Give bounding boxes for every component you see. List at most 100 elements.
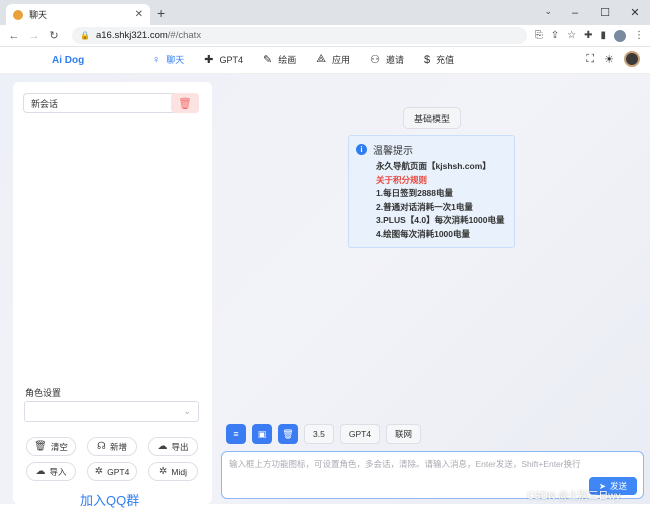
notice-line: 2.普通对话消耗一次1电量: [376, 201, 473, 212]
add-label: 新增: [109, 441, 127, 452]
headset-icon: ☊: [97, 441, 106, 452]
tab-title: 聊天: [29, 10, 48, 20]
url-text: a16.shkj321.com/#/chatx: [96, 30, 201, 41]
midj-button[interactable]: ✲ Midj: [148, 462, 198, 481]
gear-icon: ✲: [159, 466, 168, 477]
list-icon[interactable]: ≡: [226, 424, 246, 444]
lightbulb-icon: ♀: [152, 53, 161, 66]
plus-icon: ✚: [204, 54, 214, 66]
apps-icon: ⟁: [316, 53, 327, 65]
tab-search-icon[interactable]: ⌄: [544, 6, 552, 17]
minimize-icon[interactable]: –: [560, 0, 590, 25]
menu-item-chat[interactable]: ♀ 聊天: [152, 53, 184, 66]
menu-item-invite[interactable]: ⚇ 邀请: [370, 53, 404, 66]
app-logo[interactable]: Ai Dog: [52, 55, 84, 66]
user-avatar[interactable]: [624, 51, 640, 67]
star-icon[interactable]: ☆: [567, 30, 576, 41]
join-qq-link[interactable]: 加入QQ群: [80, 490, 139, 509]
reload-icon[interactable]: ↻: [46, 29, 62, 42]
menu-item-gpt4[interactable]: ✚ GPT4: [204, 53, 243, 66]
notice-line: 4.绘图每次消耗1000电量: [376, 228, 470, 239]
app-header: Ai Dog ♀ 聊天 ✚ GPT4 ✎ 绘画 ⟁ 应用 ⚇ 邀请 $ 充值 ⛶ ☀: [0, 47, 650, 74]
delete-conversation-button[interactable]: 🗑: [171, 93, 199, 113]
gpt4-label: GPT4: [107, 466, 130, 477]
menu-label: 聊天: [166, 55, 185, 65]
conversation-label: 新会话: [31, 98, 59, 109]
add-button[interactable]: ☊ 新增: [87, 437, 137, 456]
base-model-button[interactable]: 基础模型: [403, 107, 461, 129]
pen-icon: ✎: [263, 54, 273, 66]
favicon-icon: [13, 9, 23, 20]
menu-label: 绘画: [278, 55, 297, 65]
gpt4-button[interactable]: ✲ GPT4: [87, 462, 137, 481]
browser-tabstrip: 聊天 ✕ + ⌄ – ☐ ✕: [0, 0, 650, 25]
conversation-item[interactable]: 新会话 🗑: [23, 93, 199, 113]
window-controls: – ☐ ✕: [560, 0, 650, 25]
notice-title: 温馨提示: [373, 146, 413, 157]
main-area: 新会话 🗑 角色设置 ⌄ 🗑 清空 ☊ 新增 ☁ 导出 ☁ 导入 ✲ GPT4 ✲ Midj…: [0, 74, 650, 508]
trash-icon[interactable]: 🗑: [278, 424, 298, 444]
menu-label: 应用: [332, 55, 351, 65]
watermark: CSDN @土别三日wy: [527, 491, 621, 502]
browser-actions: ⎘ ⇪ ☆ ✚ ▮ ⋮: [535, 29, 644, 42]
sidebar: 新会话 🗑 角色设置 ⌄ 🗑 清空 ☊ 新增 ☁ 导出 ☁ 导入 ✲ GPT4 ✲ Midj…: [13, 82, 212, 508]
chevron-down-icon: ⌄: [183, 406, 191, 416]
info-icon: i: [356, 144, 367, 155]
profile-icon[interactable]: [614, 29, 626, 42]
export-button[interactable]: ☁ 导出: [148, 437, 198, 456]
browser-toolbar: ← → ↻ 🔒 a16.shkj321.com/#/chatx ⎘ ⇪ ☆ ✚ …: [0, 25, 650, 47]
dollar-icon: $: [423, 53, 431, 66]
clear-label: 清空: [50, 441, 68, 452]
notice-header: i 温馨提示: [356, 142, 507, 157]
notice-line: 1.每日签到2888电量: [376, 188, 453, 198]
cloud-download-icon: ☁: [157, 441, 168, 452]
menu-label: 邀请: [385, 55, 404, 65]
url-host: a16.shkj321.com: [95, 30, 168, 41]
main-menu: ♀ 聊天 ✚ GPT4 ✎ 绘画 ⟁ 应用 ⚇ 邀请 $ 充值: [152, 53, 474, 66]
notice-line: 3.PLUS【4.0】每次消耗1000电量: [376, 215, 505, 225]
browser-tab[interactable]: 聊天 ✕: [6, 4, 150, 25]
gear-icon: ✲: [94, 466, 104, 477]
close-window-icon[interactable]: ✕: [620, 0, 650, 25]
menu-item-recharge[interactable]: $ 充值: [424, 53, 454, 66]
share-icon[interactable]: ⇪: [551, 30, 559, 41]
notice-line: 永久导航页面【kjshsh.com】: [376, 161, 491, 171]
menu-label: GPT4: [219, 54, 243, 65]
sidepanel-icon[interactable]: ▮: [600, 30, 606, 41]
web-chip[interactable]: 联网: [386, 424, 422, 444]
url-path: /#/chatx: [167, 30, 202, 41]
export-label: 导出: [171, 441, 189, 452]
install-icon[interactable]: ⎘: [535, 30, 543, 41]
clear-button[interactable]: 🗑 清空: [26, 437, 76, 456]
menu-item-draw[interactable]: ✎ 绘画: [263, 53, 296, 66]
extensions-icon[interactable]: ✚: [584, 30, 592, 41]
model-chip-35[interactable]: 3.5: [304, 424, 334, 444]
address-bar[interactable]: 🔒 a16.shkj321.com/#/chatx: [72, 27, 527, 44]
close-tab-icon[interactable]: ✕: [135, 9, 143, 20]
input-placeholder: 输入框上方功能图标，可设置角色，多会话，清除。请输入消息，Enter发送，Shi…: [229, 459, 581, 469]
chat-bubble-icon[interactable]: ▣: [252, 424, 272, 444]
import-label: 导入: [49, 466, 67, 477]
menu-icon[interactable]: ⋮: [634, 30, 644, 41]
role-label: 角色设置: [25, 388, 62, 398]
invite-icon: ⚇: [370, 54, 380, 66]
role-select[interactable]: ⌄: [24, 401, 199, 422]
maximize-icon[interactable]: ☐: [590, 0, 620, 25]
midj-label: Midj: [171, 466, 187, 477]
notice-box: i 温馨提示 永久导航页面【kjshsh.com】 关于积分规则 1.每日签到2…: [348, 135, 515, 248]
notice-line: 关于积分规则: [376, 174, 428, 185]
fullscreen-icon[interactable]: ⛶: [586, 53, 594, 66]
theme-sun-icon[interactable]: ☀: [604, 53, 614, 66]
trash-icon: 🗑: [178, 97, 192, 110]
new-tab-icon[interactable]: +: [157, 5, 165, 21]
trash-icon: 🗑: [34, 441, 47, 452]
model-chip-gpt4[interactable]: GPT4: [339, 424, 381, 444]
header-actions: ⛶ ☀: [586, 51, 640, 67]
cloud-upload-icon: ☁: [35, 466, 46, 477]
back-icon[interactable]: ←: [6, 30, 22, 42]
import-button[interactable]: ☁ 导入: [26, 462, 76, 481]
forward-icon[interactable]: →: [26, 30, 42, 42]
menu-item-apps[interactable]: ⟁ 应用: [316, 53, 350, 66]
notice-lines: 永久导航页面【kjshsh.com】 关于积分规则 1.每日签到2888电量 2…: [356, 160, 507, 241]
lock-icon[interactable]: 🔒: [80, 31, 90, 40]
